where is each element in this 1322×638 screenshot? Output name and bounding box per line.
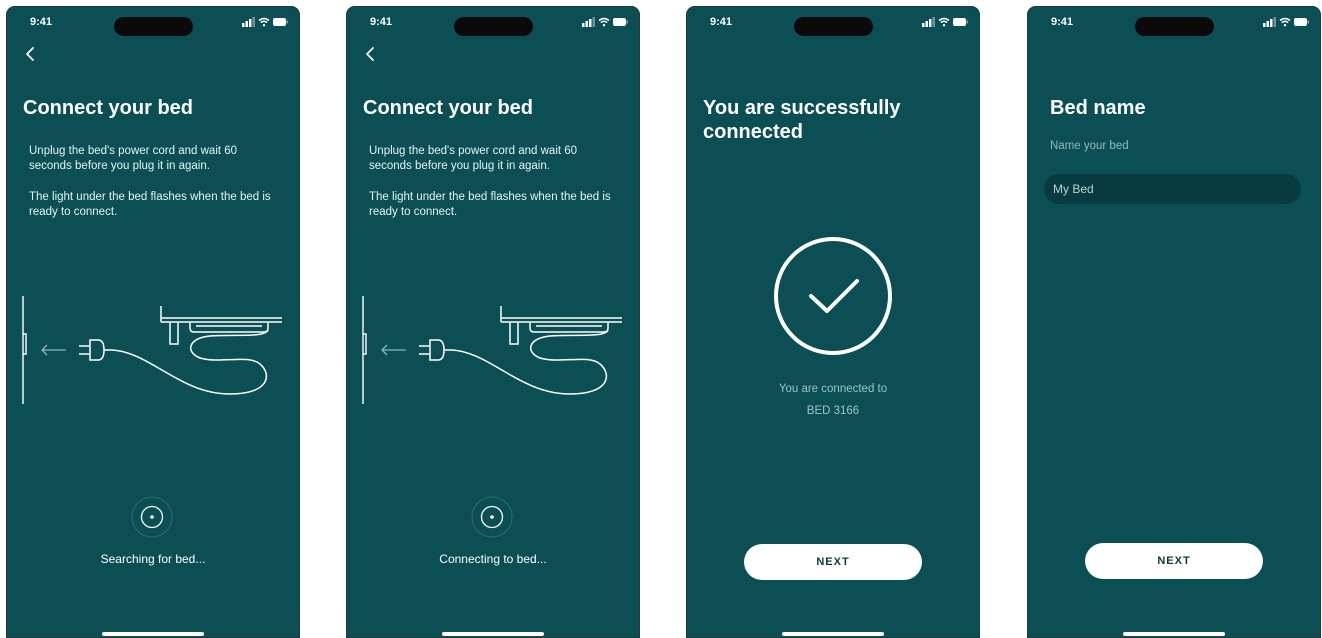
wifi-icon: [258, 17, 270, 27]
cellular-signal-icon: [922, 17, 935, 27]
target-spinner-icon: [131, 496, 173, 538]
bed-name-input[interactable]: [1044, 174, 1301, 204]
phone-screen-connected: 9:41 You are successfully connected You …: [686, 6, 980, 638]
page-title: You are successfully connected: [703, 97, 901, 143]
arrow-left-icon: [41, 344, 66, 356]
wifi-icon: [1279, 17, 1291, 27]
dynamic-island: [794, 17, 873, 36]
status-icons: [242, 17, 288, 27]
next-button[interactable]: NEXT: [744, 544, 922, 580]
phone-screen-connecting: 9:41 Connect your bed Unplug the bed's p…: [346, 6, 640, 638]
target-spinner-icon: [471, 496, 513, 538]
cellular-signal-icon: [242, 17, 255, 27]
battery-icon: [273, 18, 288, 26]
chevron-left-icon[interactable]: [22, 44, 40, 64]
dynamic-island: [114, 17, 193, 36]
unplug-illustration: [22, 296, 282, 404]
instruction-text: The light under the bed flashes when the…: [29, 191, 271, 218]
status-icons: [582, 17, 628, 27]
wifi-icon: [938, 17, 950, 27]
instruction-text: Unplug the bed's power cord and wait 60 …: [369, 145, 578, 172]
cellular-signal-icon: [1263, 17, 1276, 27]
chevron-left-icon[interactable]: [362, 44, 380, 64]
status-time: 9:41: [1051, 16, 1074, 28]
status-text: Connecting to bed...: [439, 552, 547, 566]
battery-icon: [953, 18, 968, 26]
name-field-label: Name your bed: [1050, 140, 1129, 152]
status-time: 9:41: [710, 16, 733, 28]
home-indicator: [782, 632, 884, 636]
home-indicator: [442, 632, 544, 636]
arrow-left-icon: [381, 344, 406, 356]
wall-outlet-icon: [22, 296, 27, 404]
bed-icon: [500, 306, 622, 345]
page-title: Connect your bed: [23, 97, 194, 119]
phone-screen-searching: 9:41 Connect your bed Unplug the bed's p…: [6, 6, 300, 638]
wall-outlet-icon: [362, 296, 367, 404]
cellular-signal-icon: [582, 17, 595, 27]
phone-screen-bed-name: 9:41 Bed name Name your bed NEXT: [1027, 6, 1321, 638]
status-icons: [922, 17, 968, 27]
status-time: 9:41: [370, 16, 393, 28]
battery-icon: [613, 18, 628, 26]
instruction-text: The light under the bed flashes when the…: [369, 191, 611, 218]
home-indicator: [1123, 632, 1225, 636]
connected-label: You are connected to: [778, 383, 888, 395]
power-plug-icon: [419, 339, 452, 361]
dynamic-island: [1135, 17, 1214, 36]
power-cord: [451, 329, 609, 395]
dynamic-island: [454, 17, 533, 36]
status-icons: [1263, 17, 1309, 27]
page-title: Bed name: [1050, 97, 1146, 119]
power-cord: [111, 329, 269, 395]
next-button[interactable]: NEXT: [1085, 543, 1263, 579]
checkmark-circle-icon: [774, 237, 892, 355]
bed-icon: [160, 306, 282, 345]
page-title: Connect your bed: [363, 97, 534, 119]
home-indicator: [102, 632, 204, 636]
status-text: Searching for bed...: [100, 552, 206, 566]
instruction-text: Unplug the bed's power cord and wait 60 …: [29, 145, 238, 172]
unplug-illustration: [362, 296, 622, 404]
wifi-icon: [598, 17, 610, 27]
power-plug-icon: [79, 339, 112, 361]
battery-icon: [1294, 18, 1309, 26]
status-time: 9:41: [30, 16, 53, 28]
screens-stage: 9:41 Connect your bed Unplug the bed's p…: [0, 0, 1322, 638]
bed-id: BED 3166: [806, 405, 860, 417]
